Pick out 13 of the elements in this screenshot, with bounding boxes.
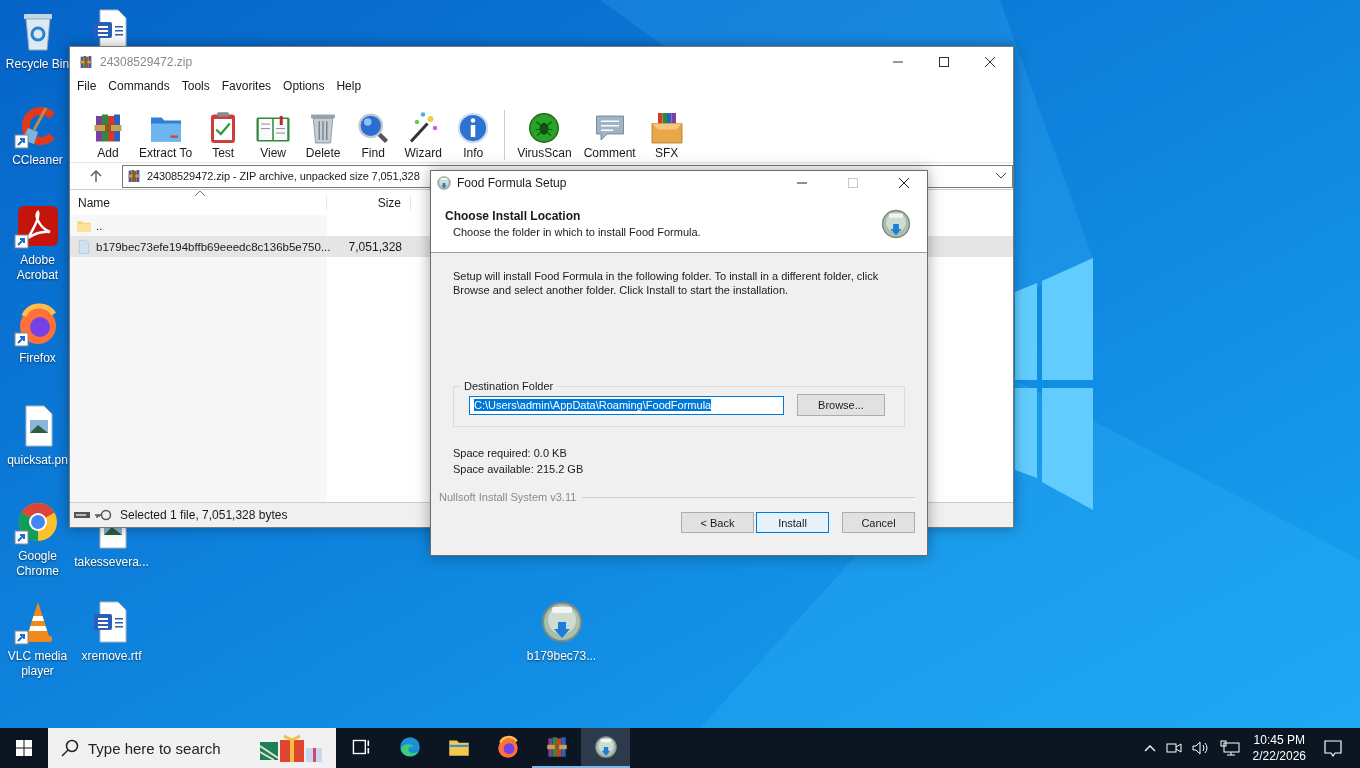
space-available-text: Space available: 215.2 GB <box>453 462 585 477</box>
file-name: b179bec73efe194bffb69eeedc8c136b5e750... <box>96 240 331 253</box>
group-label: Destination Folder <box>463 380 555 392</box>
instruction-text: Setup will install Food Formula in the following folder. To install in a different folder, click Browse and select another folder. Click Install to start the installation. <box>453 269 880 297</box>
file-name: .. <box>96 219 103 232</box>
address-text: 24308529472.zip - ZIP archive, unpacked size 7,051,328 <box>147 170 420 182</box>
page-heading: Choose Install Location <box>445 209 582 223</box>
window-title: Food Formula Setup <box>457 176 567 190</box>
page-subheading: Choose the folder in which to install Food Formula. <box>452 226 702 238</box>
window-title: 24308529472.zip <box>100 54 193 69</box>
space-required-text: Space required: 0.0 KB <box>453 446 568 461</box>
status-text: Selected 1 file, 7,051,328 bytes <box>120 508 288 522</box>
branding-text: Nullsoft Install System v3.11 <box>439 491 577 503</box>
